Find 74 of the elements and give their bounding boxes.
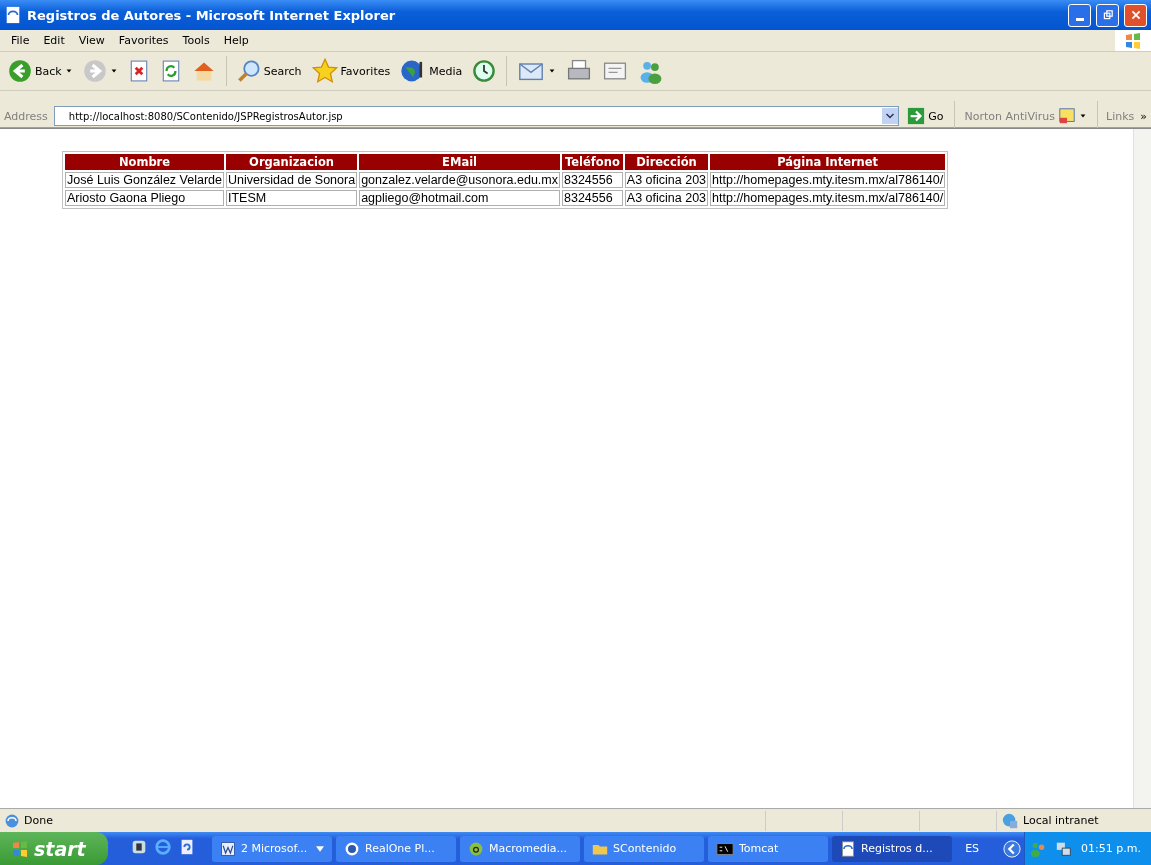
go-button[interactable]: Go [905,107,946,125]
desktop-app-icon [130,838,148,856]
caret-icon [64,67,73,75]
taskbar-button[interactable]: Tomcat [708,835,828,862]
restore-button[interactable] [1096,3,1119,27]
menu-item[interactable]: Help [216,34,256,47]
table-cell: A3 oficina 203 [624,190,709,206]
minimize-button[interactable] [1068,3,1091,27]
address-field[interactable]: http://localhost:8080/SContenido/JSPRegistrosAutor.jsp [53,106,900,126]
restore-icon [1101,9,1114,21]
table-cell: Ariosto Gaona Pliego [65,190,224,206]
media-button[interactable]: Media [398,58,465,84]
taskbar-button[interactable]: RealOne Pl... [336,835,456,862]
table-cell: http://homepages.mty.itesm.mx/al786140/ [710,172,946,188]
table-cell: José Luis González Velarde [65,172,224,188]
column-header: EMail [359,154,560,170]
menu-item[interactable]: Favorites [111,34,176,47]
menu-item[interactable]: File [4,34,37,47]
table-cell: http://homepages.mty.itesm.mx/al786140/ [710,190,946,206]
column-header: Organizacion [225,154,358,170]
caret-icon [548,67,557,75]
globe-network-icon [1001,811,1019,830]
page-done-icon [4,812,20,829]
caret-icon [316,845,324,852]
macromedia-icon [468,840,484,857]
close-button[interactable] [1124,3,1147,27]
minimize-icon [1075,17,1084,21]
menu-item[interactable]: View [71,34,112,47]
windows-flag-icon [10,838,30,859]
caret-icon [1079,112,1087,120]
language-indicator[interactable]: ES [965,842,980,855]
favorites-button[interactable]: Favorites [309,58,393,84]
search-button[interactable]: Search [234,59,304,83]
clock: 01:51 p.m. [1081,842,1141,855]
table-cell: Universidad de Sonora [225,172,358,188]
zone-text: Local intranet [1023,814,1099,827]
windows-flag-icon [1123,30,1143,51]
history-clock-icon [472,59,497,83]
star-icon [311,58,338,84]
browser-page-icon [840,840,856,857]
more-chevron[interactable]: » [1140,109,1147,123]
shield-panel-icon [1058,107,1076,125]
search-icon [236,59,261,83]
chevron-left-icon [1003,839,1022,858]
status-text: Done [24,814,54,827]
browser-e-icon [154,838,172,856]
document-w-icon [220,840,236,857]
browser-page-icon [4,6,22,24]
go-arrow-icon [907,107,926,125]
window-title: Registros de Autores - Microsoft Internet Explorer [27,7,397,23]
table-cell: 8324556 [562,190,623,206]
column-header: Teléfono [562,154,623,170]
table-cell: gonzalez.velarde@usonora.edu.mx [359,172,560,188]
taskbar-button[interactable]: Macromedia... [460,835,580,862]
column-header: Página Internet [710,154,946,170]
menu-item[interactable]: Edit [36,34,72,47]
taskbar-button[interactable]: 2 Microsof... [212,835,332,862]
menu-item[interactable]: Tools [175,34,217,47]
address-label: Address [4,109,48,123]
caret-icon [109,67,118,75]
table-cell: agpliego@hotmail.com [359,190,560,206]
column-header: Nombre [65,154,224,170]
taskbar-button[interactable]: SContenido [584,835,704,862]
back-button[interactable]: Back [6,59,75,83]
table-cell: 8324556 [562,172,623,188]
scrollbar[interactable] [1133,129,1151,808]
dropdown-button[interactable] [882,108,899,124]
close-icon [1129,9,1142,21]
table-cell: ITESM [225,190,358,206]
taskbar-button[interactable]: Registros d... [832,835,952,862]
chevron-down-icon [885,111,896,121]
column-header: Dirección [624,154,709,170]
player-icon [344,840,360,857]
table-cell: A3 oficina 203 [624,172,709,188]
